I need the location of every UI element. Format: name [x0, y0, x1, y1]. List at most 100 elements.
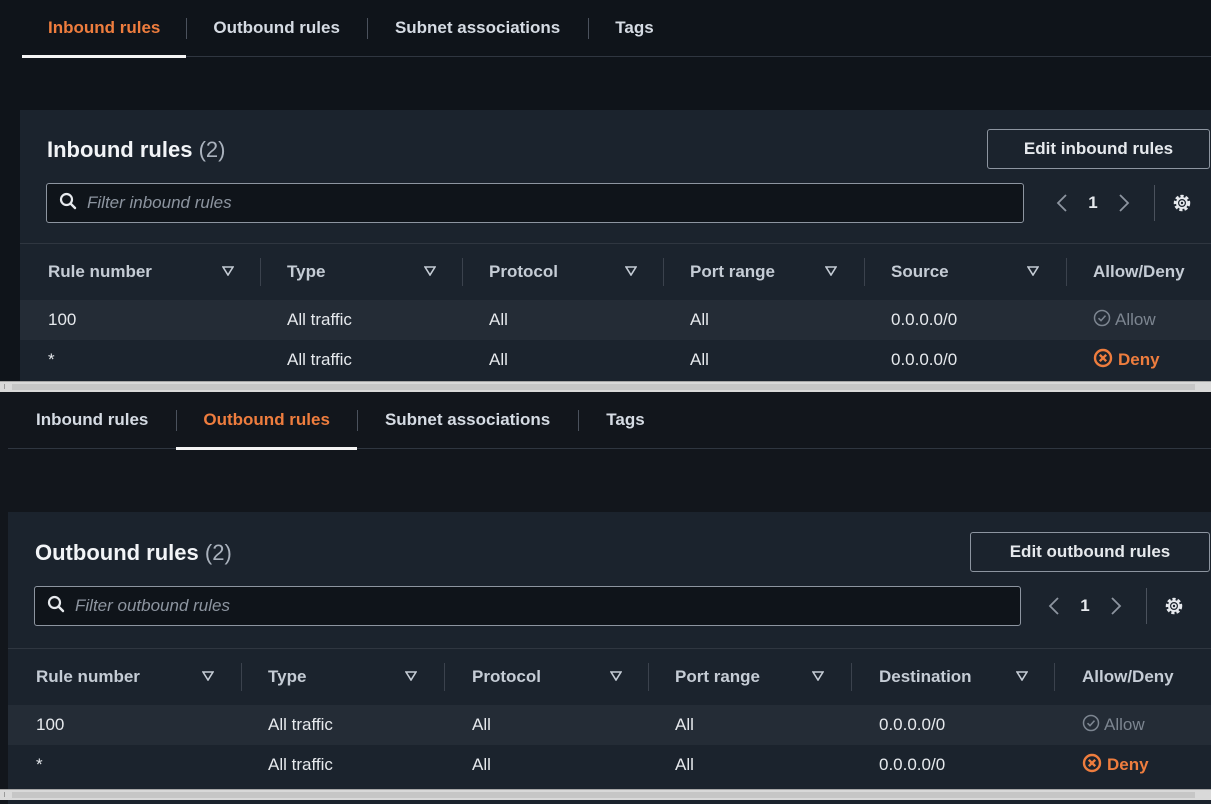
col-label: Type [287, 262, 326, 281]
rule-number-cell: * [36, 755, 43, 774]
col-label: Source [891, 262, 949, 281]
chevron-right-icon[interactable] [1112, 193, 1136, 213]
port-range-cell: All [675, 715, 694, 734]
tab-inbound-rules[interactable]: Inbound rules [8, 392, 176, 449]
deny-label: Deny [1118, 350, 1160, 369]
tab-bar: Inbound rules Outbound rules Subnet asso… [22, 0, 1211, 58]
outbound-rules-panel: Outbound rules (2) Edit outbound rules 1 [8, 512, 1211, 804]
table-header: Rule number Type Protocol Port range Sou… [20, 243, 1211, 299]
tab-outbound-rules[interactable]: Outbound rules [186, 0, 367, 57]
filter-outbound-rules[interactable] [34, 586, 1021, 626]
col-label: Allow/Deny [1082, 667, 1174, 686]
col-label: Protocol [489, 262, 558, 281]
allow-deny-cell: Allow [1082, 705, 1145, 745]
col-protocol[interactable]: Protocol [489, 244, 558, 300]
allow-label: Allow [1115, 310, 1156, 329]
col-label: Rule number [36, 667, 140, 686]
panel-title-text: Inbound rules [47, 137, 193, 162]
col-label: Protocol [472, 667, 541, 686]
chevron-right-icon[interactable] [1104, 596, 1128, 616]
horizontal-scrollbar[interactable] [0, 381, 1211, 392]
col-type[interactable]: Type [268, 649, 306, 705]
chevron-left-icon[interactable] [1050, 193, 1074, 213]
col-allow-deny[interactable]: Allow/Deny [1082, 649, 1174, 705]
table-row[interactable]: * All traffic All All 0.0.0.0/0 Deny [20, 340, 1211, 380]
edit-inbound-rules-button[interactable]: Edit inbound rules [987, 129, 1210, 169]
tab-subnet-associations[interactable]: Subnet associations [356, 392, 578, 449]
allow-status: Allow [1082, 714, 1145, 737]
protocol-cell: All [472, 755, 491, 774]
tab-subnet-associations[interactable]: Subnet associations [366, 0, 588, 57]
panel-title-text: Outbound rules [35, 540, 199, 565]
edit-outbound-rules-button[interactable]: Edit outbound rules [970, 532, 1210, 572]
col-label: Port range [690, 262, 776, 281]
tab-tags[interactable]: Tags [578, 392, 672, 449]
table-row[interactable]: 100 All traffic All All 0.0.0.0/0 Allow [8, 705, 1211, 745]
scroll-thumb[interactable] [12, 384, 1195, 390]
rule-number-cell: * [48, 350, 55, 369]
protocol-cell: All [472, 715, 491, 734]
col-label: Type [268, 667, 307, 686]
search-icon [59, 192, 77, 215]
allow-deny-cell: Allow [1093, 300, 1156, 340]
port-range-cell: All [690, 350, 709, 369]
tab-tags[interactable]: Tags [588, 0, 680, 57]
inbound-section: Inbound rules Outbound rules Subnet asso… [0, 0, 1211, 392]
rule-number-cell: 100 [48, 310, 77, 329]
gear-icon[interactable] [1163, 595, 1185, 617]
col-allow-deny[interactable]: Allow/Deny [1093, 244, 1185, 300]
col-rule-number[interactable]: Rule number [36, 649, 140, 705]
search-icon [47, 595, 65, 618]
gear-icon[interactable] [1171, 192, 1193, 214]
deny-status: Deny [1093, 348, 1160, 373]
allow-deny-cell: Deny [1093, 340, 1160, 380]
table-row[interactable]: 100 All traffic All All 0.0.0.0/0 Allow [20, 300, 1211, 340]
type-cell: All traffic [268, 755, 333, 774]
col-port-range[interactable]: Port range [690, 244, 775, 300]
col-label: Destination [879, 667, 972, 686]
col-label: Port range [675, 667, 761, 686]
page-number[interactable]: 1 [1074, 193, 1112, 213]
protocol-cell: All [489, 310, 508, 329]
type-cell: All traffic [268, 715, 333, 734]
col-destination[interactable]: Destination [879, 649, 972, 705]
col-label: Rule number [48, 262, 152, 281]
x-circle-icon [1082, 753, 1102, 778]
rule-count: (2) [198, 137, 226, 162]
rule-count: (2) [204, 540, 232, 565]
col-source[interactable]: Source [891, 244, 949, 300]
tab-outbound-rules[interactable]: Outbound rules [176, 392, 357, 450]
pagination: 1 [1050, 183, 1193, 223]
horizontal-scrollbar[interactable] [0, 789, 1211, 800]
chevron-left-icon[interactable] [1042, 596, 1066, 616]
allow-status: Allow [1093, 309, 1156, 332]
col-rule-number[interactable]: Rule number [48, 244, 152, 300]
x-circle-icon [1093, 348, 1113, 373]
col-type[interactable]: Type [287, 244, 325, 300]
filter-input[interactable] [87, 193, 887, 213]
col-port-range[interactable]: Port range [675, 649, 760, 705]
protocol-cell: All [489, 350, 508, 369]
rule-number-cell: 100 [36, 715, 65, 734]
pagination: 1 [1042, 586, 1185, 626]
type-cell: All traffic [287, 310, 352, 329]
destination-cell: 0.0.0.0/0 [879, 755, 946, 774]
table-header: Rule number Type Protocol Port range Des… [8, 648, 1211, 704]
destination-cell: 0.0.0.0/0 [879, 715, 946, 734]
inbound-rules-panel: Inbound rules (2) Edit inbound rules 1 [20, 110, 1211, 392]
type-cell: All traffic [287, 350, 352, 369]
page-number[interactable]: 1 [1066, 596, 1104, 616]
filter-inbound-rules[interactable] [46, 183, 1024, 223]
panel-title: Inbound rules (2) [47, 137, 225, 163]
scroll-thumb[interactable] [12, 792, 1195, 798]
outbound-section: Inbound rules Outbound rules Subnet asso… [0, 392, 1211, 804]
port-range-cell: All [675, 755, 694, 774]
table-row[interactable]: * All traffic All All 0.0.0.0/0 Deny [8, 745, 1211, 785]
scroll-left-icon[interactable] [4, 792, 8, 797]
check-circle-icon [1093, 309, 1111, 332]
source-cell: 0.0.0.0/0 [891, 350, 958, 369]
tab-inbound-rules[interactable]: Inbound rules [22, 0, 187, 58]
filter-input[interactable] [75, 596, 875, 616]
scroll-left-icon[interactable] [4, 384, 8, 389]
col-protocol[interactable]: Protocol [472, 649, 541, 705]
